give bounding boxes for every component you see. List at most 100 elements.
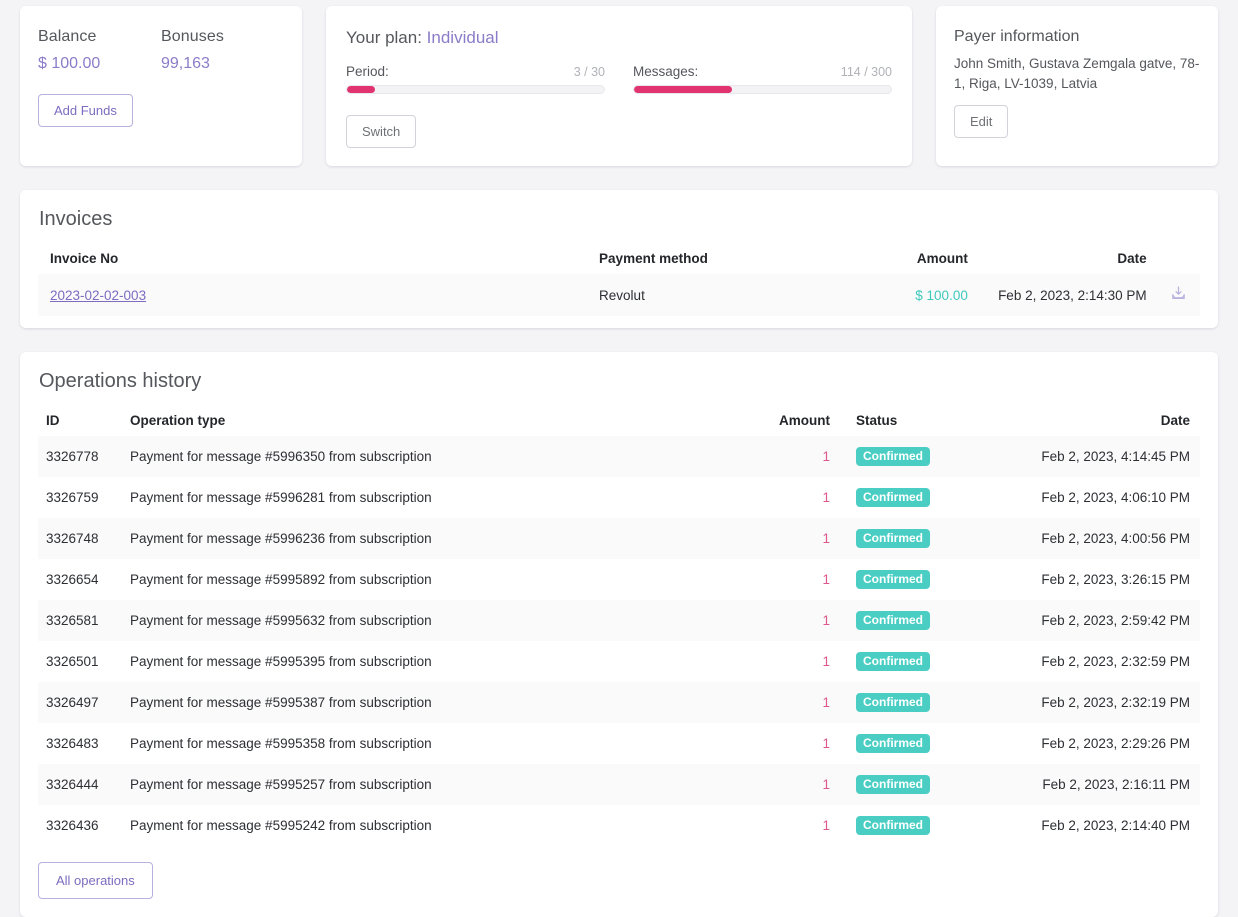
operation-status-cell: Confirmed [840,559,990,600]
operation-status-cell: Confirmed [840,641,990,682]
table-row: 3326444 Payment for message #5995257 from… [38,764,1200,805]
period-progress-track [346,85,605,94]
status-badge: Confirmed [856,611,930,630]
table-row: 3326501 Payment for message #5995395 from… [38,641,1200,682]
status-badge: Confirmed [856,734,930,753]
operation-id-cell: 3326436 [46,818,99,833]
period-usage: Period: 3 / 30 [346,64,605,94]
operation-date-cell: Feb 2, 2023, 2:32:59 PM [1041,654,1190,669]
add-funds-button[interactable]: Add Funds [38,94,133,127]
balance-card: Balance $ 100.00 Bonuses 99,163 Add Fund… [20,6,302,166]
payer-information-card: Payer information John Smith, Gustava Ze… [936,6,1218,166]
operation-id-cell: 3326748 [38,518,120,559]
period-label: Period: [346,64,389,79]
plan-name: Individual [426,28,499,47]
operation-amount-cell: 1 [730,764,840,805]
operations-col-amount: Amount [779,413,830,428]
operation-type-cell: Payment for message #5996236 from subscr… [120,518,730,559]
summary-cards-row: Balance $ 100.00 Bonuses 99,163 Add Fund… [20,6,1218,166]
operation-id-cell: 3326501 [46,654,99,669]
operation-amount-cell: 1 [822,572,830,587]
period-progress-fill [347,86,376,93]
operation-id-cell: 3326778 [38,436,120,477]
balance-metrics: Balance $ 100.00 Bonuses 99,163 [38,28,284,73]
operation-date-cell: Feb 2, 2023, 4:00:56 PM [990,518,1200,559]
operation-status-cell: Confirmed [840,764,990,805]
operations-table-head: ID Operation type Amount Status Date [38,405,1200,436]
invoice-link[interactable]: 2023-02-02-003 [50,288,146,303]
operation-date-cell: Feb 2, 2023, 2:16:11 PM [990,764,1200,805]
table-row: 2023-02-02-003 Revolut $ 100.00 Feb 2, 2023… [38,274,1200,316]
operation-date-cell: Feb 2, 2023, 2:59:42 PM [990,600,1200,641]
operations-footer: All operations [38,846,1200,905]
operation-date-cell: Feb 2, 2023, 2:29:26 PM [1041,736,1190,751]
operation-status-cell: Confirmed [840,436,990,477]
bonuses-value: 99,163 [161,55,210,72]
edit-payer-button[interactable]: Edit [954,105,1009,139]
operation-type-cell: Payment for message #5995242 from subscr… [130,818,432,833]
operation-type-cell: Payment for message #5996281 from subscr… [130,490,432,505]
plan-title: Your plan: Individual [346,28,892,48]
operations-col-id: ID [46,413,60,428]
operation-status-cell: Confirmed [840,477,990,518]
operation-type-cell: Payment for message #5995632 from subscr… [120,600,730,641]
operation-amount-cell: 1 [822,490,830,505]
operation-status-cell: Confirmed [840,805,990,846]
status-badge: Confirmed [856,816,930,835]
operation-id-cell: 3326497 [38,682,120,723]
balance-metric: Balance $ 100.00 [38,28,161,73]
status-badge: Confirmed [856,529,930,548]
operation-type-cell: Payment for message #5995257 from subscr… [120,764,730,805]
operation-date-cell: Feb 2, 2023, 4:06:10 PM [1041,490,1190,505]
status-badge: Confirmed [856,693,930,712]
operation-status-cell: Confirmed [840,723,990,764]
operation-date-cell: Feb 2, 2023, 3:26:15 PM [1041,572,1190,587]
payer-address: John Smith, Gustava Zemgala gatve, 78-1,… [954,56,1200,91]
operation-amount-cell: 1 [730,518,840,559]
invoices-col-amount: Amount [916,251,968,266]
operation-status-cell: Confirmed [840,682,990,723]
invoice-no-cell: 2023-02-02-003 [38,274,590,316]
bonuses-metric: Bonuses 99,163 [161,28,284,73]
status-badge: Confirmed [856,652,930,671]
invoices-table-head: Invoice No Payment method Amount Date [38,243,1200,274]
operation-id-cell: 3326581 [38,600,120,641]
balance-value: $ 100.00 [38,55,101,72]
table-row: 3326483 Payment for message #5995358 from… [38,723,1200,764]
plan-title-prefix: Your plan: [346,28,422,47]
operation-date-cell: Feb 2, 2023, 2:32:19 PM [990,682,1200,723]
invoices-section: Invoices Invoice No Payment method Amoun… [20,190,1218,328]
switch-plan-button[interactable]: Switch [346,115,417,148]
operation-id-cell: 3326444 [38,764,120,805]
table-row: 3326497 Payment for message #5995387 from… [38,682,1200,723]
status-badge: Confirmed [856,775,930,794]
plan-usage-bars: Period: 3 / 30 Messages: 114 / 300 [346,64,892,94]
table-row: 3326759 Payment for message #5996281 from… [38,477,1200,518]
status-badge: Confirmed [856,570,930,589]
status-badge: Confirmed [856,447,930,466]
all-operations-button[interactable]: All operations [38,862,153,899]
invoice-download-cell[interactable] [1156,274,1200,316]
operations-col-type: Operation type [130,413,226,428]
invoices-col-download [1157,243,1200,274]
download-icon[interactable] [1170,285,1187,305]
operations-col-status: Status [856,413,898,428]
table-row: 3326436 Payment for message #5995242 from… [38,805,1200,846]
billing-page: Balance $ 100.00 Bonuses 99,163 Add Fund… [0,0,1238,917]
invoices-table-body: 2023-02-02-003 Revolut $ 100.00 Feb 2, 2023… [38,274,1200,316]
plan-card: Your plan: Individual Period: 3 / 30 Mes… [326,6,912,166]
period-head: Period: 3 / 30 [346,64,605,79]
payer-title: Payer information [954,28,1080,45]
invoice-payment-method-cell: Revolut [589,274,836,316]
operations-table-body: 3326778 Payment for message #5996350 from… [38,436,1200,846]
invoice-date-cell: Feb 2, 2023, 2:14:30 PM [977,274,1157,316]
bonuses-label: Bonuses [161,28,224,45]
operations-title: Operations history [39,370,202,392]
messages-fraction: 114 / 300 [840,65,892,79]
messages-label: Messages: [633,64,699,79]
invoices-table: Invoice No Payment method Amount Date 20… [38,243,1200,316]
operations-col-date: Date [1160,413,1190,428]
period-fraction: 3 / 30 [573,65,605,79]
invoices-col-invoice-no: Invoice No [50,251,119,266]
table-row: 3326778 Payment for message #5996350 from… [38,436,1200,477]
